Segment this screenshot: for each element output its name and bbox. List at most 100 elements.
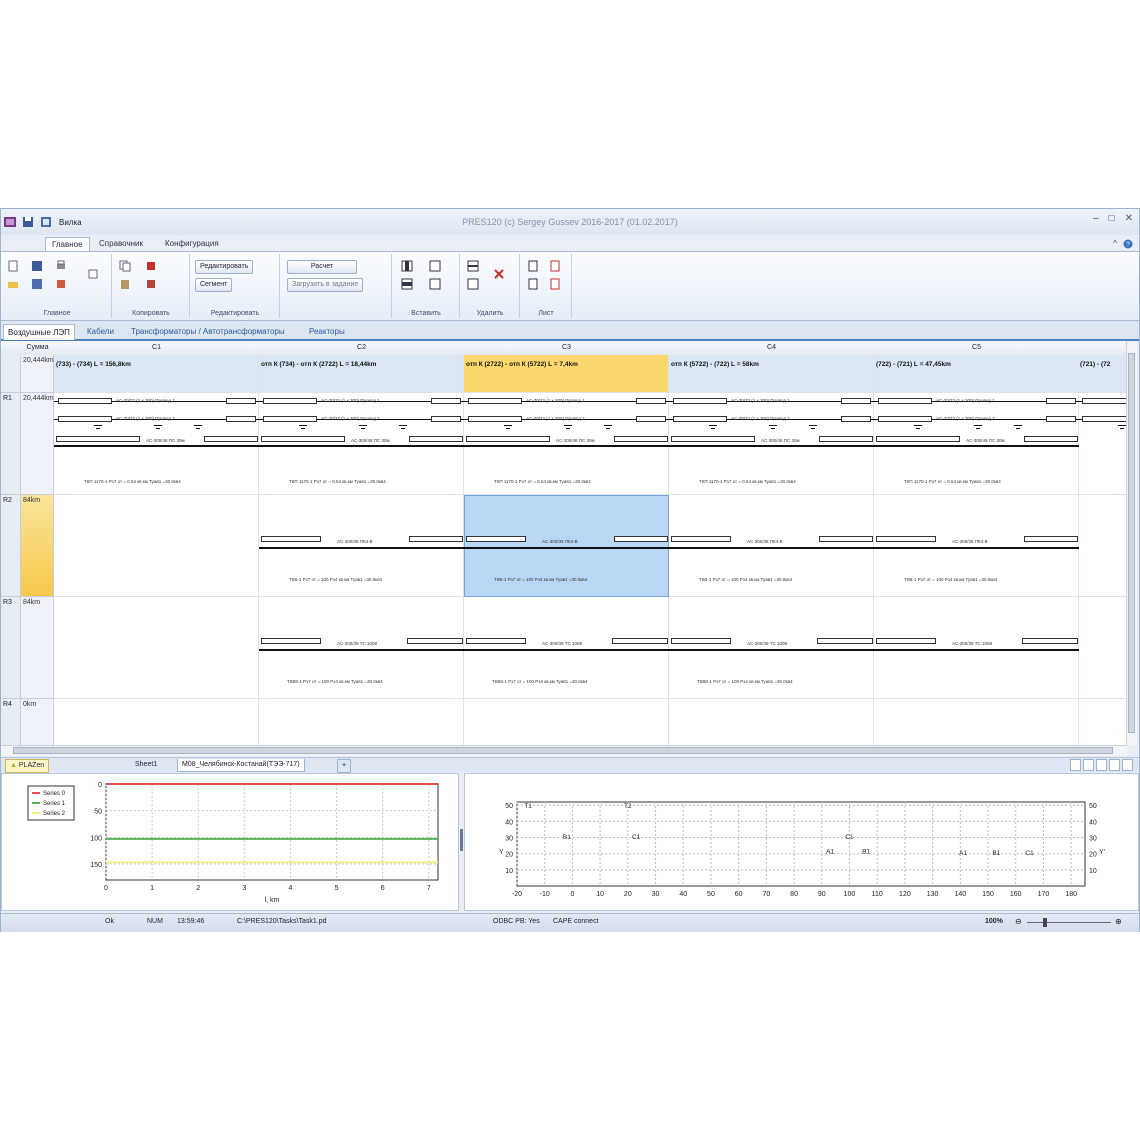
grid-cell-r4-c2[interactable] [259, 699, 464, 745]
scatter-point-label: A1 [959, 850, 967, 857]
grid-cell-r3-c6[interactable] [1078, 597, 1127, 699]
status-ok: Ok [105, 918, 114, 925]
row-header-3[interactable]: R3 [1, 597, 21, 699]
zoom-in-icon[interactable]: ⊕ [1115, 917, 1122, 926]
first-sheet-icon[interactable] [1070, 759, 1081, 771]
zoom-slider[interactable]: ⊖ ⊕ [1015, 917, 1125, 927]
sum-column-header[interactable]: Сумма [21, 341, 55, 356]
plazen-tab[interactable]: ▲ PLAZen [5, 759, 50, 773]
add-sheet-button[interactable]: + [337, 759, 352, 773]
column-header-6[interactable] [1078, 341, 1127, 356]
column-header-4[interactable]: C4 [669, 341, 875, 356]
next-sheet-icon[interactable] [1096, 759, 1107, 771]
import-icon[interactable] [87, 268, 99, 280]
segment-header-cell-1[interactable]: (733) - (734) L = 156,8km [54, 355, 259, 393]
grid-cell-r2-c1[interactable] [54, 495, 259, 597]
add-sheet-icon[interactable] [527, 260, 539, 272]
column-header-5[interactable]: C5 [874, 341, 1080, 356]
copy-segment-icon[interactable] [145, 260, 157, 272]
sheet-tab-route[interactable]: М08_Челябинск-Костанай(ТЭЭ-717) [177, 759, 305, 772]
segment-button[interactable]: Сегмент [195, 278, 233, 292]
minimize-icon[interactable]: – [1093, 213, 1099, 224]
segment-header-cell-6[interactable]: (721) - (72 [1078, 355, 1127, 393]
bus-conductor-box [876, 536, 936, 542]
tab-transformers[interactable]: Трансформаторы / Автотрансформаторы [127, 324, 289, 339]
grid-cell-r4-c5[interactable] [874, 699, 1079, 745]
horizontal-scroll-thumb[interactable] [13, 747, 1113, 754]
tab-overhead-lines[interactable]: Воздушные ЛЭП [3, 324, 75, 340]
new-file-icon[interactable] [7, 260, 19, 272]
segment-header-cell-2[interactable]: отп К (734) - отп К (2722) L = 18,44km [259, 355, 464, 393]
vertical-scroll-thumb[interactable] [1128, 353, 1135, 733]
zoom-slider-thumb[interactable] [1043, 918, 1047, 927]
close-icon[interactable]: ✕ [1125, 213, 1133, 224]
save-as-icon[interactable] [31, 278, 43, 290]
edit-button[interactable]: Редактировать [195, 260, 254, 274]
bus-line [874, 649, 1079, 651]
segment-grid[interactable]: Сумма C1 C2 C3 C4 C5 20,444km (733) - (734) L … [1, 341, 1127, 745]
insert-row-icon[interactable] [401, 278, 413, 290]
last-sheet-icon[interactable] [1109, 759, 1120, 771]
grid-cell-r3-c1[interactable] [54, 597, 259, 699]
panel-splitter[interactable] [460, 829, 463, 851]
row-header-4[interactable]: R4 [1, 699, 21, 745]
paste-segment-icon[interactable] [145, 278, 157, 290]
bus-line [669, 649, 874, 651]
sheet-tab-sheet1[interactable]: Sheet1 [131, 759, 161, 771]
print-icon[interactable] [55, 260, 67, 272]
sheet-close-icon[interactable] [1122, 759, 1133, 771]
segment-header-cell-4[interactable]: отп К (5722) - (722) L = 58km [669, 355, 874, 393]
conductor-box [58, 416, 112, 422]
tab-main[interactable]: Главное [45, 237, 90, 252]
remove-sheet-icon[interactable] [527, 278, 539, 290]
delete-column-icon[interactable] [467, 260, 479, 272]
status-time: 13:59:46 [177, 918, 205, 925]
copy-sheet-icon[interactable] [549, 278, 561, 290]
grid-cell-r4-c4[interactable] [669, 699, 874, 745]
row-header-1[interactable]: R1 [1, 393, 21, 495]
maximize-icon[interactable]: □ [1109, 213, 1115, 224]
row-header-2[interactable]: R2 [1, 495, 21, 597]
status-bar: Ok NUM 13:59:46 C:\PRES120\Tasks\Task1.p… [1, 913, 1139, 932]
insert-after-icon[interactable] [429, 278, 441, 290]
ground-icon [711, 428, 715, 429]
calc-button[interactable]: Расчет [287, 260, 357, 274]
insert-column-icon[interactable] [401, 260, 413, 272]
vertical-scrollbar[interactable] [1126, 341, 1137, 745]
grid-cell-r4-c6[interactable] [1078, 699, 1127, 745]
bus-conductor-box [671, 536, 731, 542]
bus-conductor-box [614, 536, 668, 542]
delete-x-icon[interactable] [493, 268, 505, 280]
rename-sheet-icon[interactable] [549, 260, 561, 272]
column-header-1[interactable]: C1 [54, 341, 260, 356]
zoom-out-icon[interactable]: ⊖ [1015, 917, 1022, 926]
conductor-box [1082, 416, 1127, 422]
column-header-2[interactable]: C2 [259, 341, 465, 356]
help-icon[interactable]: ? [1123, 239, 1133, 249]
tab-reactors[interactable]: Реакторы [305, 324, 349, 339]
grid-cell-r4-c1[interactable] [54, 699, 259, 745]
tab-reference[interactable]: Справочник [93, 237, 149, 251]
export-icon[interactable] [55, 278, 67, 290]
y-axis-label-right: Y' [1099, 849, 1105, 856]
grid-cell-r1-c6[interactable] [1078, 393, 1127, 495]
tab-configuration[interactable]: Конфигурация [159, 237, 225, 251]
segment-header-cell-5[interactable]: (722) - (721) L = 47,45km [874, 355, 1079, 393]
delete-row-icon[interactable] [467, 278, 479, 290]
paste-icon[interactable] [119, 278, 131, 290]
save-file-icon[interactable] [31, 260, 43, 272]
tab-cables[interactable]: Кабели [83, 324, 118, 339]
y-tick-label: 150 [90, 862, 102, 869]
segment-header-cell-3[interactable]: отп К (2722) - отп К (5722) L = 7,4km [464, 355, 669, 393]
copy-icon[interactable] [119, 260, 131, 272]
column-header-3[interactable]: C3 [464, 341, 670, 356]
grid-cell-r3-c5[interactable] [874, 597, 1079, 699]
calc-task-button[interactable]: Загрузить в задание [287, 278, 364, 292]
horizontal-scrollbar[interactable] [1, 745, 1127, 756]
collapse-ribbon-icon[interactable]: ^ [1113, 239, 1117, 249]
prev-sheet-icon[interactable] [1083, 759, 1094, 771]
insert-before-icon[interactable] [429, 260, 441, 272]
open-folder-icon[interactable] [7, 278, 19, 290]
grid-cell-r4-c3[interactable] [464, 699, 669, 745]
grid-cell-r2-c6[interactable] [1078, 495, 1127, 597]
